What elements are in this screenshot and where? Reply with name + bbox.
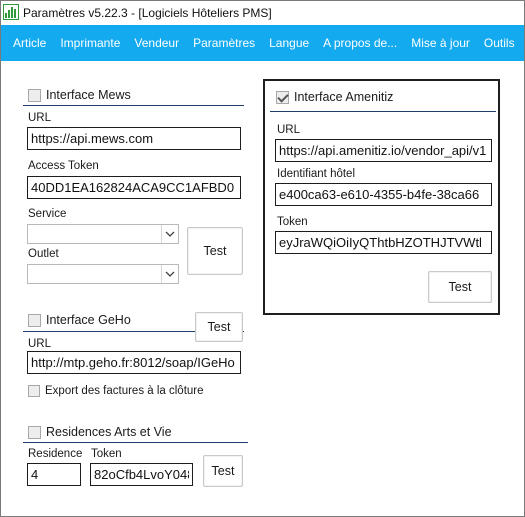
menu-bar: Article Imprimante Vendeur Paramètres La… [1,25,524,61]
mews-token-field[interactable] [27,176,241,199]
mews-section-header: Interface Mews [28,88,131,102]
arts-test-button[interactable]: Test [203,455,243,487]
amenitiz-section-header: Interface Amenitiz [276,90,393,104]
geho-export-checkbox[interactable] [28,385,40,397]
mews-url-label: URL [28,112,52,124]
mews-test-button[interactable]: Test [187,227,243,275]
menu-item-imprimante[interactable]: Imprimante [60,36,120,50]
amenitiz-url-label: URL [277,124,301,136]
menu-item-vendeur[interactable]: Vendeur [134,36,179,50]
geho-export-label: Export des factures à la clôture [45,385,204,397]
mews-section-divider [23,105,244,106]
mews-section-title: Interface Mews [46,88,131,102]
title-bar: Paramètres v5.22.3 - [Logiciels Hôtelier… [1,1,524,25]
menu-item-parametres[interactable]: Paramètres [193,36,255,50]
menu-item-a-propos[interactable]: A propos de... [323,36,397,50]
arts-token-label: Token [91,448,122,460]
arts-residence-field[interactable] [27,463,81,486]
amenitiz-token-field[interactable] [275,231,492,254]
menu-item-article[interactable]: Article [13,36,46,50]
mews-outlet-select[interactable] [27,264,179,284]
mews-url-input[interactable] [28,128,240,149]
chevron-down-icon[interactable] [161,265,178,283]
geho-url-input[interactable] [28,352,240,373]
amenitiz-test-button[interactable]: Test [428,271,492,303]
mews-service-select[interactable] [27,224,179,244]
geho-url-label: URL [28,338,52,350]
mews-enable-checkbox[interactable] [28,88,41,102]
amenitiz-hotel-input[interactable] [276,184,491,205]
mews-service-label: Service [28,208,67,220]
amenitiz-panel: Interface Amenitiz URL Identifiant hôtel… [263,79,500,315]
arts-enable-checkbox[interactable] [28,425,41,439]
geho-section-header: Interface GeHo [28,313,131,327]
amenitiz-token-input[interactable] [276,232,491,253]
arts-section-header: Residences Arts et Vie [28,425,172,439]
mews-token-label: Access Token [28,160,99,172]
mews-token-input[interactable] [28,177,240,198]
arts-section-title: Residences Arts et Vie [46,425,172,439]
menu-item-outils[interactable]: Outils [484,36,515,50]
geho-enable-checkbox[interactable] [28,313,41,327]
menu-item-mise-a-jour[interactable]: Mise à jour [411,36,470,50]
arts-residence-input[interactable] [28,464,80,485]
geho-url-field[interactable] [27,351,241,374]
settings-window: Paramètres v5.22.3 - [Logiciels Hôtelier… [0,0,525,517]
amenitiz-url-field[interactable] [275,139,492,162]
menu-item-langue[interactable]: Langue [269,36,309,50]
chevron-down-icon[interactable] [161,225,178,243]
geho-export-option[interactable]: Export des factures à la clôture [28,385,204,397]
window-title: Paramètres v5.22.3 - [Logiciels Hôtelier… [23,6,272,20]
amenitiz-hotel-field[interactable] [275,183,492,206]
amenitiz-hotel-label: Identifiant hôtel [277,168,356,180]
amenitiz-section-divider [270,111,496,112]
arts-section-divider [23,442,248,443]
settings-content: Interface Mews URL Access Token Service … [1,61,524,516]
mews-outlet-label: Outlet [28,248,59,260]
amenitiz-token-label: Token [277,216,308,228]
amenitiz-url-input[interactable] [276,140,491,161]
arts-token-field[interactable] [90,463,193,486]
arts-residence-label: Residence [28,448,83,460]
mews-url-field[interactable] [27,127,241,150]
geho-section-title: Interface GeHo [46,313,131,327]
arts-token-input[interactable] [91,464,192,485]
app-icon [3,4,19,20]
amenitiz-enable-checkbox[interactable] [276,90,289,104]
amenitiz-section-title: Interface Amenitiz [294,90,394,104]
geho-test-button[interactable]: Test [195,312,243,342]
